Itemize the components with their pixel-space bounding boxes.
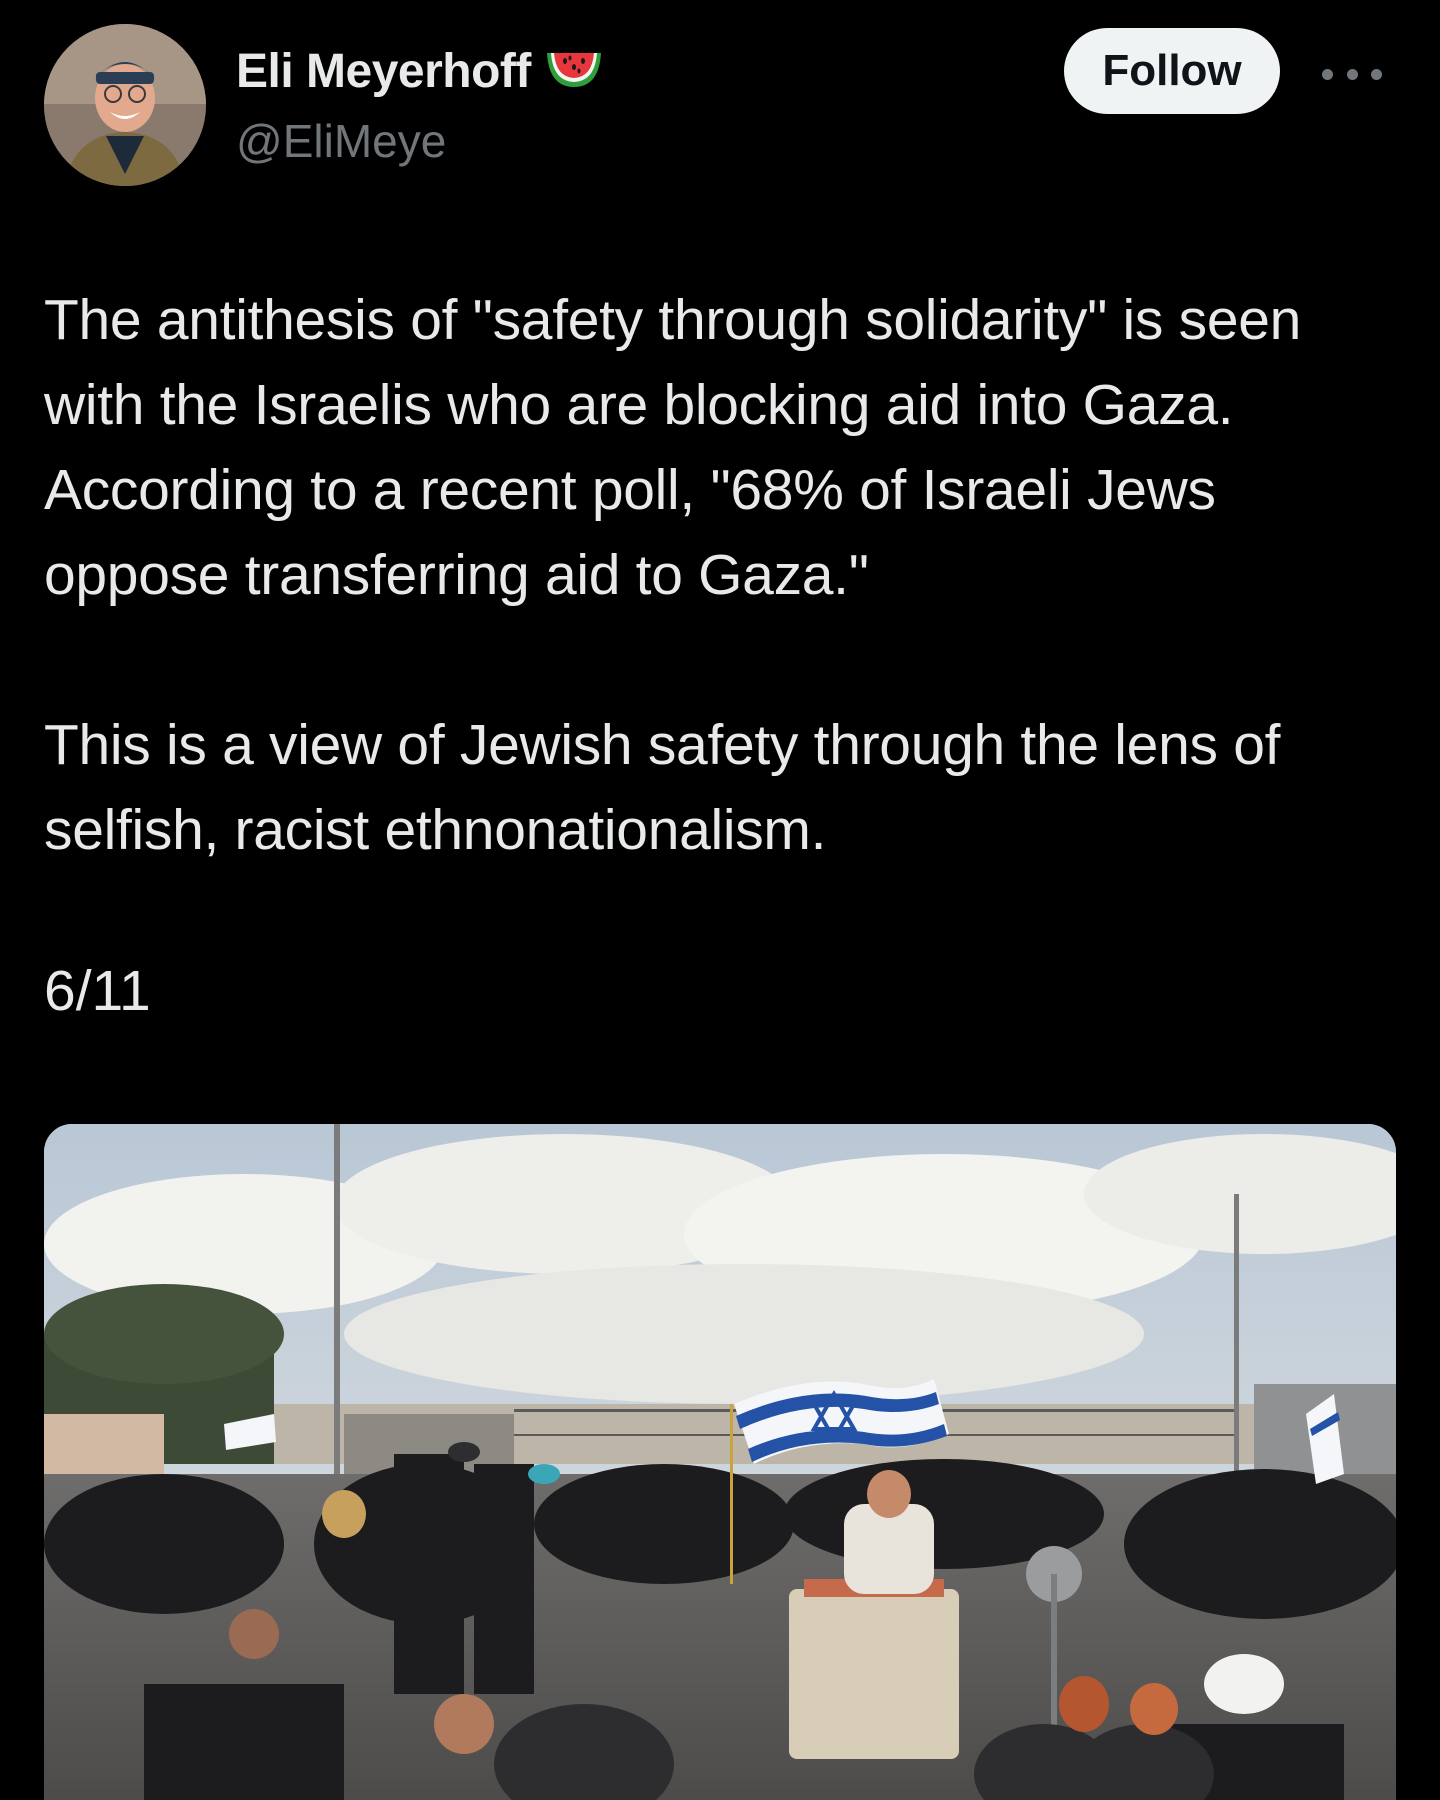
tweet-photo[interactable] — [44, 1124, 1396, 1800]
more-dot — [1346, 68, 1358, 80]
follow-button[interactable]: Follow — [1064, 28, 1280, 114]
tweet-paragraph-1: The antithesis of "safety through solida… — [44, 288, 1302, 607]
tweet-header: Eli Meyerhoff @EliMeye Follow — [44, 24, 1396, 186]
watermelon-icon — [543, 47, 605, 96]
tweet-page: Eli Meyerhoff @EliMeye Follow The antith… — [0, 0, 1440, 1800]
thread-counter: 6/11 — [44, 959, 151, 1023]
name-row: Eli Meyerhoff — [236, 44, 605, 99]
more-dot — [1371, 68, 1382, 80]
author-display-name[interactable]: Eli Meyerhoff — [236, 44, 531, 99]
tweet-text: The antithesis of "safety through solida… — [44, 278, 1364, 873]
tweet-paragraph-2: This is a view of Jewish safety through … — [44, 713, 1281, 862]
avatar[interactable] — [44, 24, 206, 186]
more-dot — [1322, 68, 1333, 80]
more-options-icon[interactable] — [1322, 64, 1382, 84]
author-handle[interactable]: @EliMeye — [236, 114, 446, 168]
